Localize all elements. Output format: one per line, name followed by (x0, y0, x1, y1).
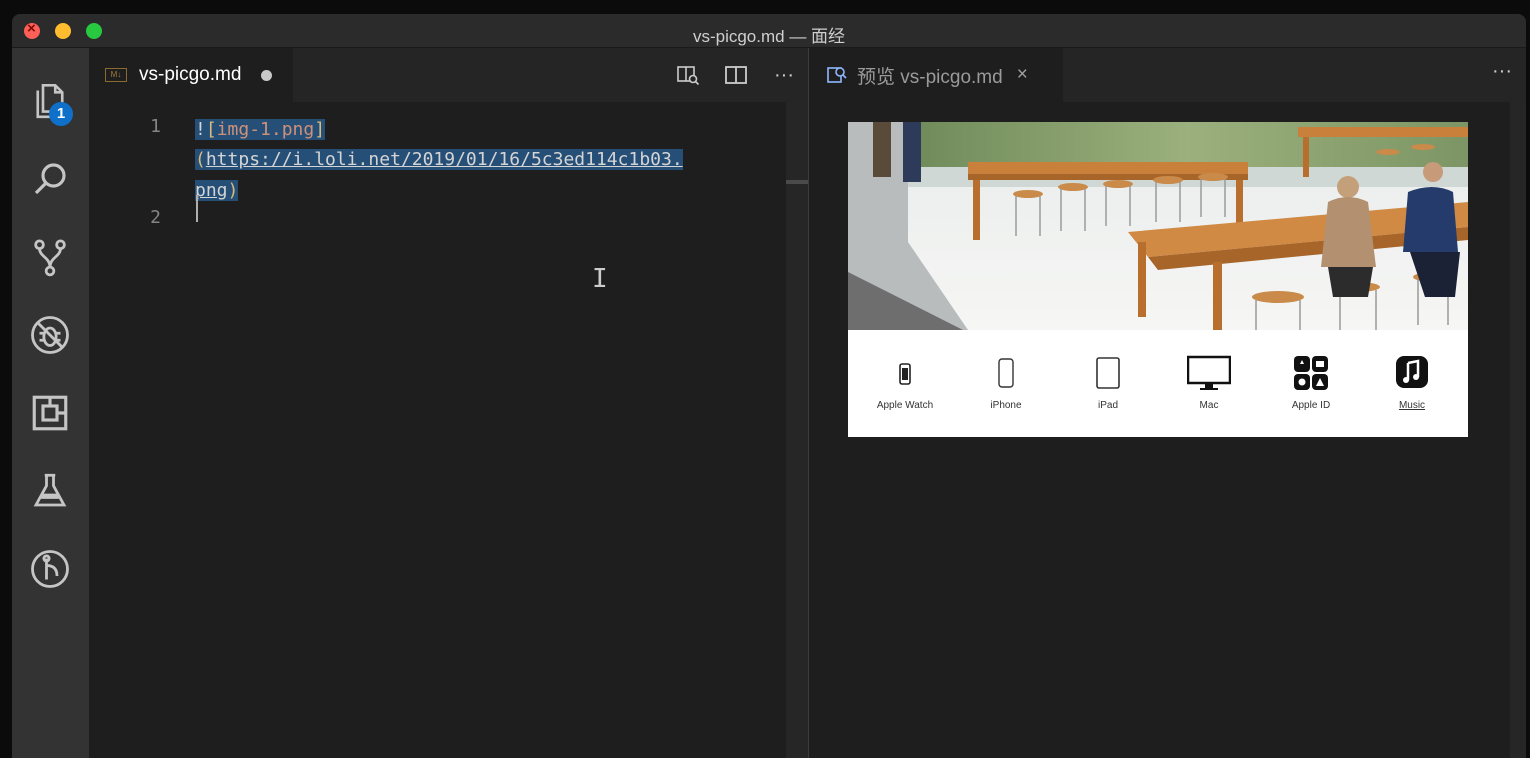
debug-button[interactable] (25, 310, 75, 360)
product-label: iPhone (990, 400, 1022, 411)
test-button[interactable] (25, 466, 75, 516)
store-photo (848, 122, 1468, 330)
more-icon: ··· (774, 63, 794, 86)
text-cursor (196, 195, 198, 222)
code-line-1c[interactable]: png) (195, 177, 239, 205)
scrollbar-marker (786, 180, 808, 184)
editor-group-right: 预览 vs-picgo.md × ··· Apple Watch iPhone … (809, 48, 1526, 758)
unsaved-dot-icon[interactable] (261, 69, 273, 81)
code-token: ( (195, 149, 206, 170)
editor-scrollbar[interactable] (786, 102, 808, 758)
close-tab-icon[interactable]: × (1017, 64, 1028, 86)
editor-tab-bar: M↓ vs-picgo.md ··· (89, 48, 808, 102)
debug-icon (31, 316, 69, 354)
product-apple-watch[interactable]: Apple Watch (855, 354, 955, 411)
extensions-button[interactable] (25, 388, 75, 438)
editor-actions: ··· (674, 64, 798, 86)
window-title: vs-picgo.md — 面经 (692, 27, 846, 46)
activity-bar: 1 (12, 48, 89, 758)
more-actions-button[interactable]: ··· (770, 64, 798, 86)
product-nav: Apple Watch iPhone iPad Mac Apple ID Mus… (848, 354, 1468, 434)
code-token: ! (195, 119, 206, 140)
markdown-file-icon: M↓ (105, 68, 127, 82)
code-token: ] (314, 119, 326, 140)
preview-tab-label: 预览 vs-picgo.md (857, 66, 1003, 88)
extensions-icon (32, 395, 68, 431)
source-control-button[interactable] (25, 232, 75, 282)
tab-vs-picgo[interactable]: M↓ vs-picgo.md (89, 48, 293, 102)
source-control-icon (34, 239, 66, 277)
preview-scrollbar[interactable] (1510, 102, 1526, 758)
product-mac[interactable]: Mac (1159, 354, 1259, 411)
search-button[interactable] (25, 154, 75, 204)
code-url: https://i.loli.net/2019/01/16/5c3ed114c1… (205, 149, 683, 170)
product-label: Apple Watch (876, 400, 934, 411)
ibeam-cursor-icon: I (592, 264, 608, 294)
open-preview-button[interactable] (674, 64, 702, 86)
explorer-badge: 1 (49, 102, 73, 126)
apple-id-icon (1294, 356, 1328, 390)
editor-group-left: M↓ vs-picgo.md ··· 1 2 ![img-1.png] (htt… (89, 48, 808, 758)
music-icon (1396, 356, 1428, 388)
vscode-window: vs-picgo.md — 面经 1 (12, 14, 1526, 758)
ipad-icon (1096, 357, 1120, 389)
mac-icon (1187, 355, 1231, 390)
code-line-1a[interactable]: ![img-1.png] (195, 116, 326, 144)
line-number: 2 (150, 207, 161, 228)
title-bar: vs-picgo.md — 面经 (12, 14, 1526, 48)
code-line-1b[interactable]: (https://i.loli.net/2019/01/16/5c3ed114c… (195, 146, 683, 174)
split-editor-button[interactable] (722, 64, 750, 86)
code-token: ) (227, 180, 239, 201)
apple-watch-icon (899, 363, 911, 385)
product-ipad[interactable]: iPad (1058, 354, 1158, 411)
tab-preview[interactable]: 预览 vs-picgo.md × (809, 48, 1063, 102)
preview-tab-bar: 预览 vs-picgo.md × ··· (809, 48, 1526, 102)
flask-icon (33, 473, 67, 507)
code-alt-text: img-1.png (216, 119, 315, 140)
preview-more-button[interactable]: ··· (1492, 60, 1512, 83)
search-icon (34, 163, 66, 195)
iphone-icon (998, 358, 1014, 388)
split-editor-icon (725, 66, 747, 84)
product-music[interactable]: Music (1362, 354, 1462, 411)
product-label: iPad (1097, 400, 1118, 411)
preview-image: Apple Watch iPhone iPad Mac Apple ID Mus… (848, 122, 1468, 437)
open-preview-icon (677, 66, 700, 85)
code-url: png (195, 180, 228, 201)
gitlens-button[interactable] (25, 544, 75, 594)
product-apple-id[interactable]: Apple ID (1261, 354, 1361, 411)
product-iphone[interactable]: iPhone (956, 354, 1056, 411)
code-token: [ (205, 119, 217, 140)
explorer-button[interactable]: 1 (25, 76, 75, 126)
git-graph-icon (31, 550, 69, 588)
preview-icon (827, 67, 847, 83)
tab-label: vs-picgo.md (139, 64, 242, 85)
product-label: Apple ID (1291, 400, 1331, 411)
line-number: 1 (150, 116, 161, 137)
product-label: Music (1398, 400, 1426, 411)
product-label: Mac (1199, 400, 1219, 411)
